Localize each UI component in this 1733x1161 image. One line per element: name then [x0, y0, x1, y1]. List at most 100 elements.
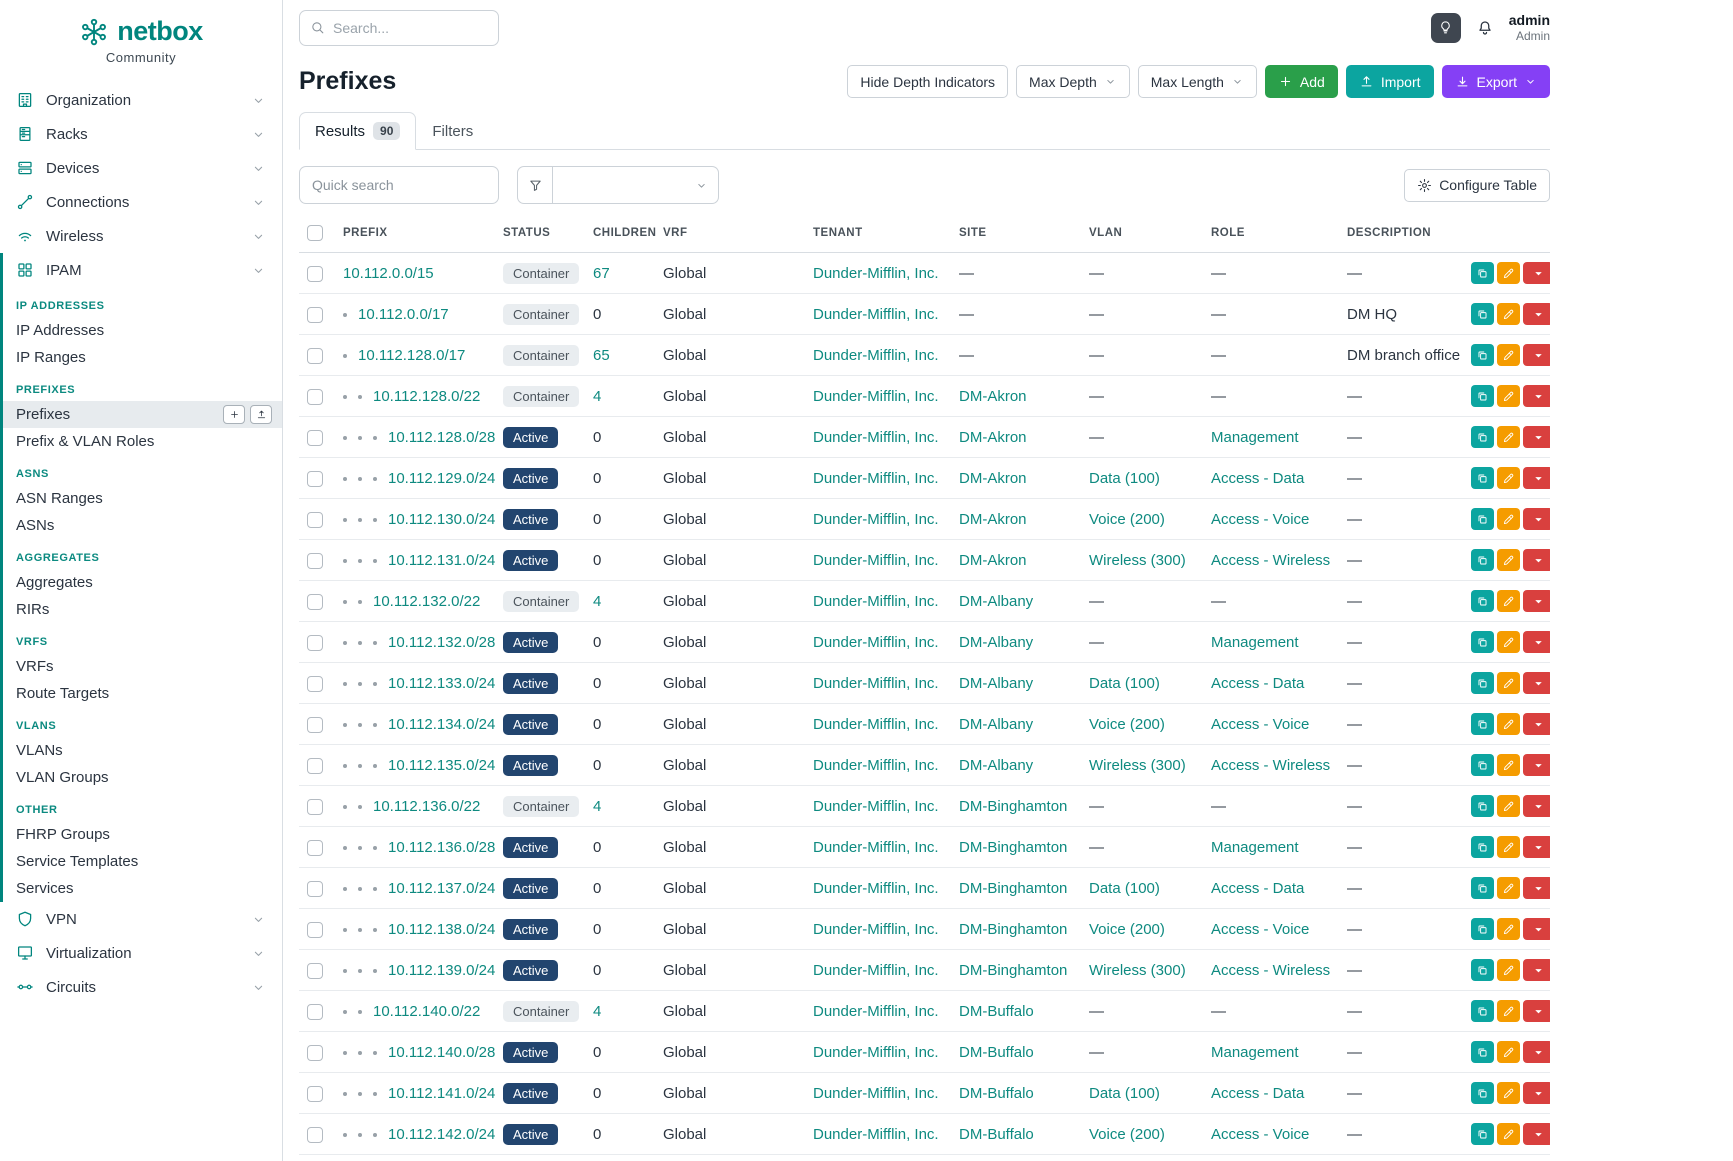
- delete-dropdown-button[interactable]: [1523, 672, 1550, 694]
- edit-button[interactable]: [1497, 385, 1520, 407]
- notifications-button[interactable]: [1476, 19, 1494, 37]
- sidebar-item-wireless[interactable]: Wireless: [0, 219, 282, 253]
- prefix-link[interactable]: 10.112.140.0/22: [373, 1003, 480, 1020]
- sidebar-item-prefixes[interactable]: Prefixes: [3, 401, 282, 428]
- site-link[interactable]: DM-Albany: [959, 634, 1033, 651]
- delete-dropdown-button[interactable]: [1523, 918, 1550, 940]
- edit-button[interactable]: [1497, 877, 1520, 899]
- site-link[interactable]: DM-Binghamton: [959, 921, 1067, 938]
- sidebar-item-services[interactable]: Services: [3, 875, 282, 902]
- tenant-link[interactable]: Dunder-Mifflin, Inc.: [813, 265, 939, 282]
- site-link[interactable]: DM-Albany: [959, 757, 1033, 774]
- max-depth-dropdown[interactable]: Max Depth: [1016, 65, 1130, 98]
- site-link[interactable]: DM-Buffalo: [959, 1126, 1034, 1143]
- quick-add-button[interactable]: [223, 405, 245, 424]
- tenant-link[interactable]: Dunder-Mifflin, Inc.: [813, 675, 939, 692]
- row-checkbox[interactable]: [307, 799, 323, 815]
- vlan-link[interactable]: Data (100): [1089, 1085, 1160, 1102]
- edit-button[interactable]: [1497, 754, 1520, 776]
- copy-button[interactable]: [1471, 303, 1494, 325]
- delete-dropdown-button[interactable]: [1523, 508, 1550, 530]
- delete-dropdown-button[interactable]: [1523, 877, 1550, 899]
- configure-table-button[interactable]: Configure Table: [1404, 169, 1550, 202]
- copy-button[interactable]: [1471, 836, 1494, 858]
- row-checkbox[interactable]: [307, 1045, 323, 1061]
- tenant-link[interactable]: Dunder-Mifflin, Inc.: [813, 347, 939, 364]
- sidebar-item-racks[interactable]: Racks: [0, 117, 282, 151]
- prefix-link[interactable]: 10.112.132.0/22: [373, 593, 480, 610]
- sidebar-item-virtualization[interactable]: Virtualization: [0, 936, 282, 970]
- row-checkbox[interactable]: [307, 717, 323, 733]
- edit-button[interactable]: [1497, 1123, 1520, 1145]
- copy-button[interactable]: [1471, 795, 1494, 817]
- column-header-children[interactable]: Children: [585, 214, 655, 253]
- role-link[interactable]: Management: [1211, 429, 1299, 446]
- row-checkbox[interactable]: [307, 430, 323, 446]
- prefix-link[interactable]: 10.112.141.0/24: [388, 1085, 495, 1102]
- vlan-link[interactable]: Data (100): [1089, 880, 1160, 897]
- vlan-link[interactable]: Data (100): [1089, 675, 1160, 692]
- brand[interactable]: netbox Community: [0, 0, 282, 69]
- role-link[interactable]: Access - Voice: [1211, 716, 1309, 733]
- prefix-link[interactable]: 10.112.137.0/24: [388, 880, 495, 897]
- edit-button[interactable]: [1497, 713, 1520, 735]
- delete-dropdown-button[interactable]: [1523, 385, 1550, 407]
- copy-button[interactable]: [1471, 1082, 1494, 1104]
- copy-button[interactable]: [1471, 672, 1494, 694]
- vlan-link[interactable]: Wireless (300): [1089, 552, 1186, 569]
- site-link[interactable]: DM-Binghamton: [959, 839, 1067, 856]
- copy-button[interactable]: [1471, 877, 1494, 899]
- delete-dropdown-button[interactable]: [1523, 1082, 1550, 1104]
- copy-button[interactable]: [1471, 713, 1494, 735]
- role-link[interactable]: Access - Wireless: [1211, 757, 1330, 774]
- sidebar-item-prefix-vlan-roles[interactable]: Prefix & VLAN Roles: [3, 428, 282, 455]
- edit-button[interactable]: [1497, 549, 1520, 571]
- quick-search-input[interactable]: [299, 166, 499, 204]
- sidebar-item-circuits[interactable]: Circuits: [0, 970, 282, 1004]
- site-link[interactable]: DM-Buffalo: [959, 1085, 1034, 1102]
- role-link[interactable]: Access - Data: [1211, 675, 1304, 692]
- role-link[interactable]: Access - Data: [1211, 470, 1304, 487]
- site-link[interactable]: DM-Buffalo: [959, 1044, 1034, 1061]
- site-link[interactable]: DM-Akron: [959, 511, 1027, 528]
- copy-button[interactable]: [1471, 426, 1494, 448]
- edit-button[interactable]: [1497, 918, 1520, 940]
- edit-button[interactable]: [1497, 959, 1520, 981]
- site-link[interactable]: DM-Akron: [959, 388, 1027, 405]
- row-checkbox[interactable]: [307, 758, 323, 774]
- vlan-link[interactable]: Voice (200): [1089, 921, 1165, 938]
- sidebar-item-service-templates[interactable]: Service Templates: [3, 848, 282, 875]
- import-button[interactable]: Import: [1346, 65, 1434, 98]
- tenant-link[interactable]: Dunder-Mifflin, Inc.: [813, 1126, 939, 1143]
- prefix-link[interactable]: 10.112.132.0/28: [388, 634, 495, 651]
- row-checkbox[interactable]: [307, 594, 323, 610]
- hide-depth-indicators-button[interactable]: Hide Depth Indicators: [847, 65, 1008, 98]
- prefix-link[interactable]: 10.112.129.0/24: [388, 470, 495, 487]
- prefix-link[interactable]: 10.112.136.0/28: [388, 839, 495, 856]
- max-length-dropdown[interactable]: Max Length: [1138, 65, 1257, 98]
- prefix-link[interactable]: 10.112.135.0/24: [388, 757, 495, 774]
- row-checkbox[interactable]: [307, 307, 323, 323]
- column-header-prefix[interactable]: Prefix: [335, 214, 495, 253]
- delete-dropdown-button[interactable]: [1523, 262, 1550, 284]
- prefix-link[interactable]: 10.112.134.0/24: [388, 716, 495, 733]
- edit-button[interactable]: [1497, 1082, 1520, 1104]
- row-checkbox[interactable]: [307, 348, 323, 364]
- role-link[interactable]: Management: [1211, 839, 1299, 856]
- children-link[interactable]: 4: [593, 593, 601, 610]
- role-link[interactable]: Access - Voice: [1211, 921, 1309, 938]
- row-checkbox[interactable]: [307, 922, 323, 938]
- copy-button[interactable]: [1471, 1000, 1494, 1022]
- site-link[interactable]: DM-Albany: [959, 593, 1033, 610]
- sidebar-item-asns[interactable]: ASNs: [3, 512, 282, 539]
- children-link[interactable]: 4: [593, 798, 601, 815]
- row-checkbox[interactable]: [307, 389, 323, 405]
- tenant-link[interactable]: Dunder-Mifflin, Inc.: [813, 470, 939, 487]
- copy-button[interactable]: [1471, 590, 1494, 612]
- tenant-link[interactable]: Dunder-Mifflin, Inc.: [813, 716, 939, 733]
- tenant-link[interactable]: Dunder-Mifflin, Inc.: [813, 798, 939, 815]
- edit-button[interactable]: [1497, 795, 1520, 817]
- prefix-link[interactable]: 10.112.128.0/22: [373, 388, 480, 405]
- row-checkbox[interactable]: [307, 881, 323, 897]
- export-dropdown-button[interactable]: Export: [1442, 65, 1550, 98]
